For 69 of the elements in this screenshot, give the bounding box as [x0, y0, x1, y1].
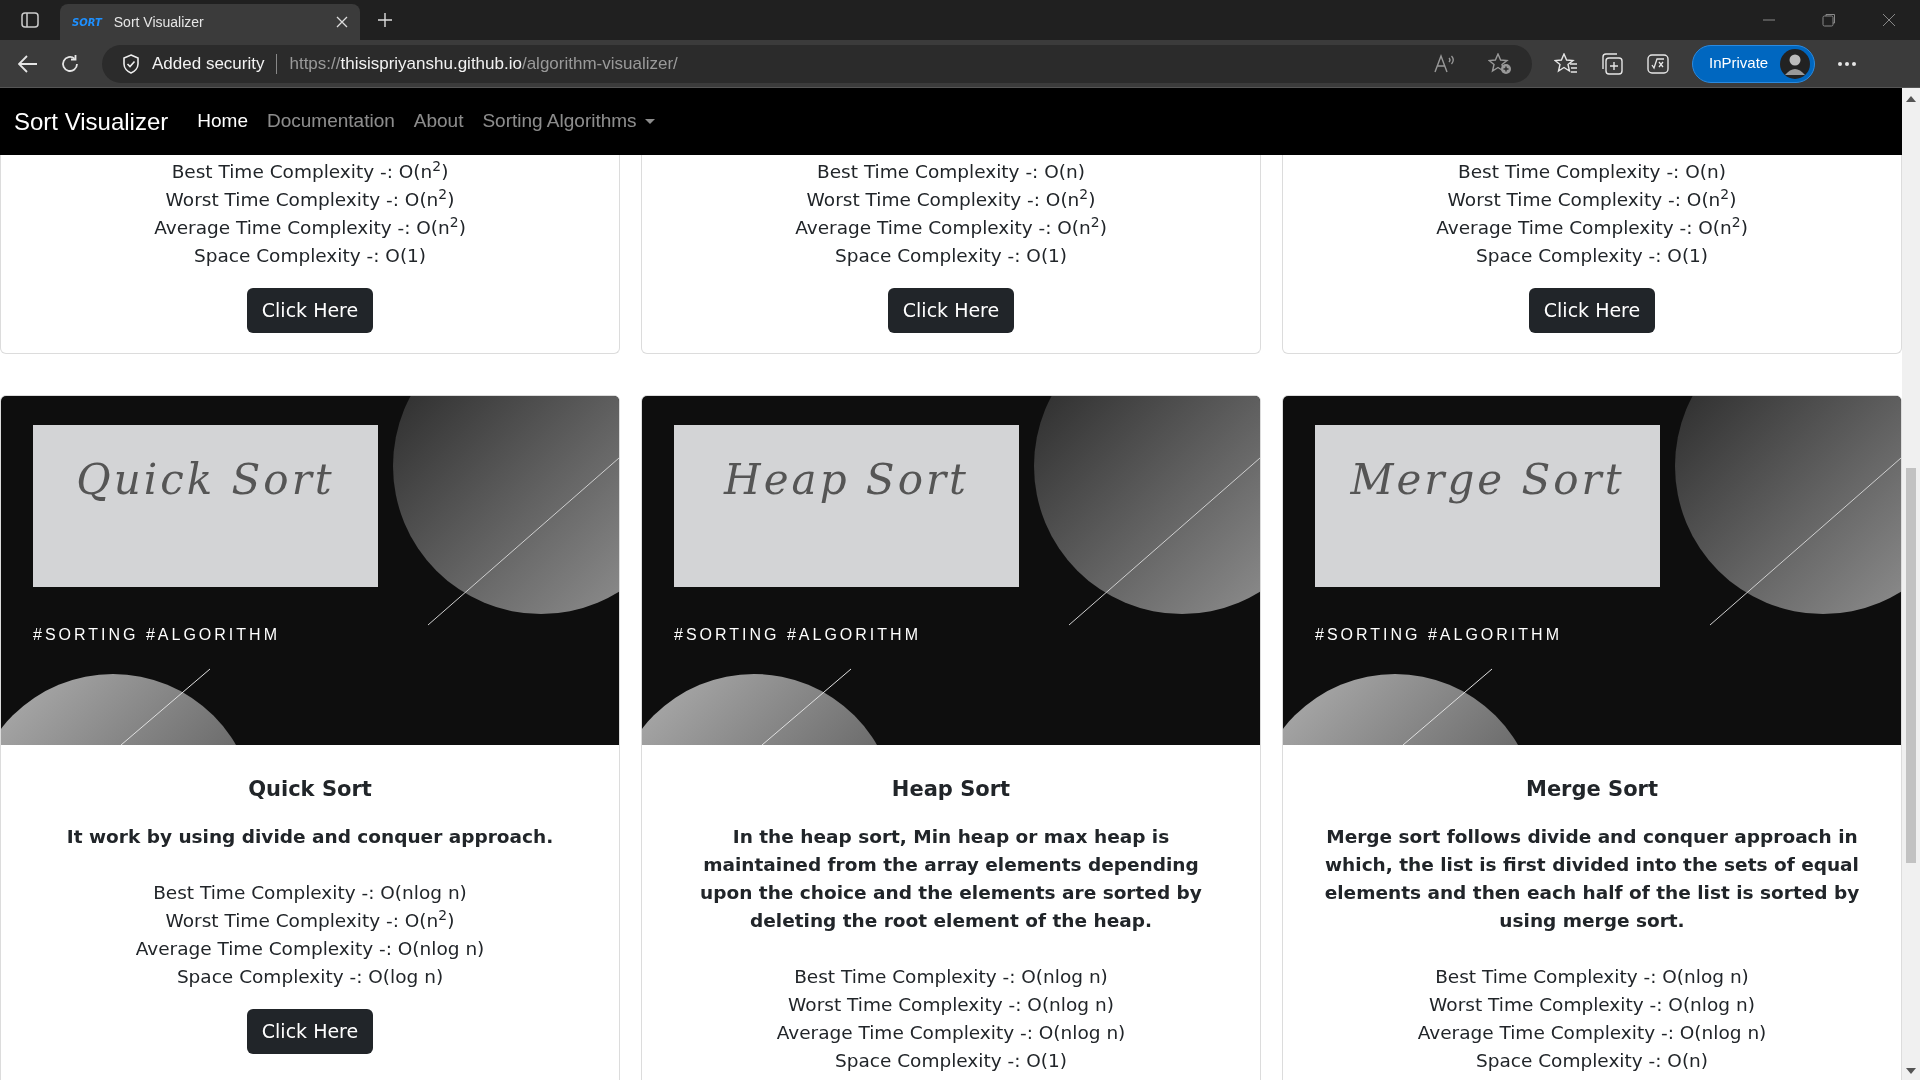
- nav-dropdown[interactable]: Sorting Algorithms: [482, 107, 655, 136]
- complexity-text: Worst Time Complexity -: O(nlog n): [1429, 993, 1755, 1017]
- complexity-text: Worst Time Complexity -: O(n$^{2}$): [806, 186, 1096, 212]
- complexity-text: Space Complexity -: O(n): [1475, 1049, 1709, 1073]
- favorites-icon[interactable]: [1554, 52, 1578, 75]
- complexity-text: Best Time Complexity -: O(nlog n): [153, 881, 467, 905]
- card-description: It work by using divide and conquer approach.: [65, 825, 555, 849]
- avatar-icon: [1780, 48, 1811, 79]
- complexity-text: Worst Time Complexity -: O(n$^{2}$): [165, 907, 455, 933]
- complexity-text: Space Complexity -: O(log n): [176, 965, 444, 989]
- complexity-text: Best Time Complexity -: O(n): [1458, 160, 1726, 184]
- back-icon[interactable]: [18, 54, 38, 73]
- new-tab-icon[interactable]: [377, 12, 393, 28]
- favicon: SORT: [72, 15, 102, 30]
- card-title: Heap Sort: [891, 775, 1011, 803]
- complexity-text: Average Time Complexity -: O(nlog n): [135, 937, 485, 961]
- click-here-button[interactable]: Click Here: [887, 288, 1015, 333]
- scroll-up-icon[interactable]: [1906, 96, 1916, 102]
- add-favorite-icon[interactable]: [1488, 52, 1512, 75]
- card-title: Quick Sort: [248, 775, 372, 803]
- collections-icon[interactable]: [1600, 51, 1624, 76]
- nav-link[interactable]: About: [413, 107, 464, 136]
- complexity-text: Space Complexity -: O(1): [193, 244, 427, 268]
- complexity-text: Average Time Complexity -: O(n$^{2}$): [1436, 214, 1748, 240]
- banner-title: Heap Sort: [724, 458, 969, 501]
- banner-tags: #SORTING #ALGORITHM: [1315, 622, 1562, 647]
- complexity-text: Space Complexity -: O(1): [834, 244, 1068, 268]
- complexity-text: Best Time Complexity -: O(n$^{2}$): [171, 158, 449, 184]
- click-here-button[interactable]: Click Here: [246, 288, 374, 333]
- banner-tags: #SORTING #ALGORITHM: [674, 622, 921, 647]
- complexity-text: Average Time Complexity -: O(nlog n): [1417, 1021, 1767, 1045]
- complexity-text: Average Time Complexity -: O(nlog n): [776, 1021, 1126, 1045]
- refresh-icon[interactable]: [60, 53, 80, 74]
- complexity-text: Average Time Complexity -: O(n$^{2}$): [795, 214, 1107, 240]
- banner-tags: #SORTING #ALGORITHM: [33, 622, 280, 647]
- more-icon[interactable]: [1837, 60, 1858, 67]
- profile-button[interactable]: InPrivate: [1692, 44, 1816, 83]
- scrollbar[interactable]: [1902, 88, 1920, 1080]
- nav-link[interactable]: Home: [197, 107, 248, 136]
- complexity-text: Space Complexity -: O(1): [1475, 244, 1709, 268]
- complexity-text: Worst Time Complexity -: O(n$^{2}$): [165, 186, 455, 212]
- tab-actions-icon[interactable]: [21, 12, 39, 28]
- banner-title: Quick Sort: [76, 458, 335, 501]
- scroll-down-icon[interactable]: [1906, 1068, 1916, 1074]
- complexity-text: Best Time Complexity -: O(nlog n): [794, 965, 1108, 989]
- complexity-text: Best Time Complexity -: O(n): [817, 160, 1085, 184]
- url-text: https://thisispriyanshu.github.io/algorithm-visualizer/: [289, 52, 679, 75]
- math-solver-icon[interactable]: [1646, 51, 1670, 76]
- read-aloud-icon[interactable]: [1434, 53, 1456, 74]
- click-here-button[interactable]: Click Here: [1528, 288, 1656, 333]
- click-here-button[interactable]: Click Here: [246, 1009, 374, 1054]
- restore-icon[interactable]: [1822, 13, 1836, 27]
- card-description: In the heap sort, Min heap or max heap is maintained from the array elements depending upon the choice and the elements are sorted by deleting the root element of the heap.: [699, 825, 1203, 933]
- nav-link[interactable]: Documentation: [267, 107, 395, 136]
- caret-icon: [644, 118, 655, 125]
- close-icon[interactable]: [1882, 13, 1896, 27]
- complexity-text: Space Complexity -: O(1): [834, 1049, 1068, 1073]
- complexity-text: Worst Time Complexity -: O(nlog n): [788, 993, 1114, 1017]
- complexity-text: Best Time Complexity -: O(nlog n): [1435, 965, 1749, 989]
- security-label: Added security: [152, 52, 265, 75]
- scrollbar-thumb[interactable]: [1906, 468, 1916, 863]
- card-title: Merge Sort: [1526, 775, 1658, 803]
- shield-icon: [122, 53, 140, 74]
- complexity-text: Average Time Complexity -: O(n$^{2}$): [154, 214, 466, 240]
- address-bar[interactable]: Added security https://thisispriyanshu.github.io/algorithm-visualizer/: [102, 44, 1532, 83]
- browser-tab[interactable]: SORT Sort Visualizer: [60, 4, 360, 40]
- brand-title[interactable]: Sort Visualizer: [14, 103, 169, 140]
- complexity-text: Worst Time Complexity -: O(n$^{2}$): [1447, 186, 1737, 212]
- card-description: Merge sort follows divide and conquer approach in which, the list is first divided into the sets of equal elements and then each half of the list is sorted by using merge sort.: [1323, 825, 1861, 933]
